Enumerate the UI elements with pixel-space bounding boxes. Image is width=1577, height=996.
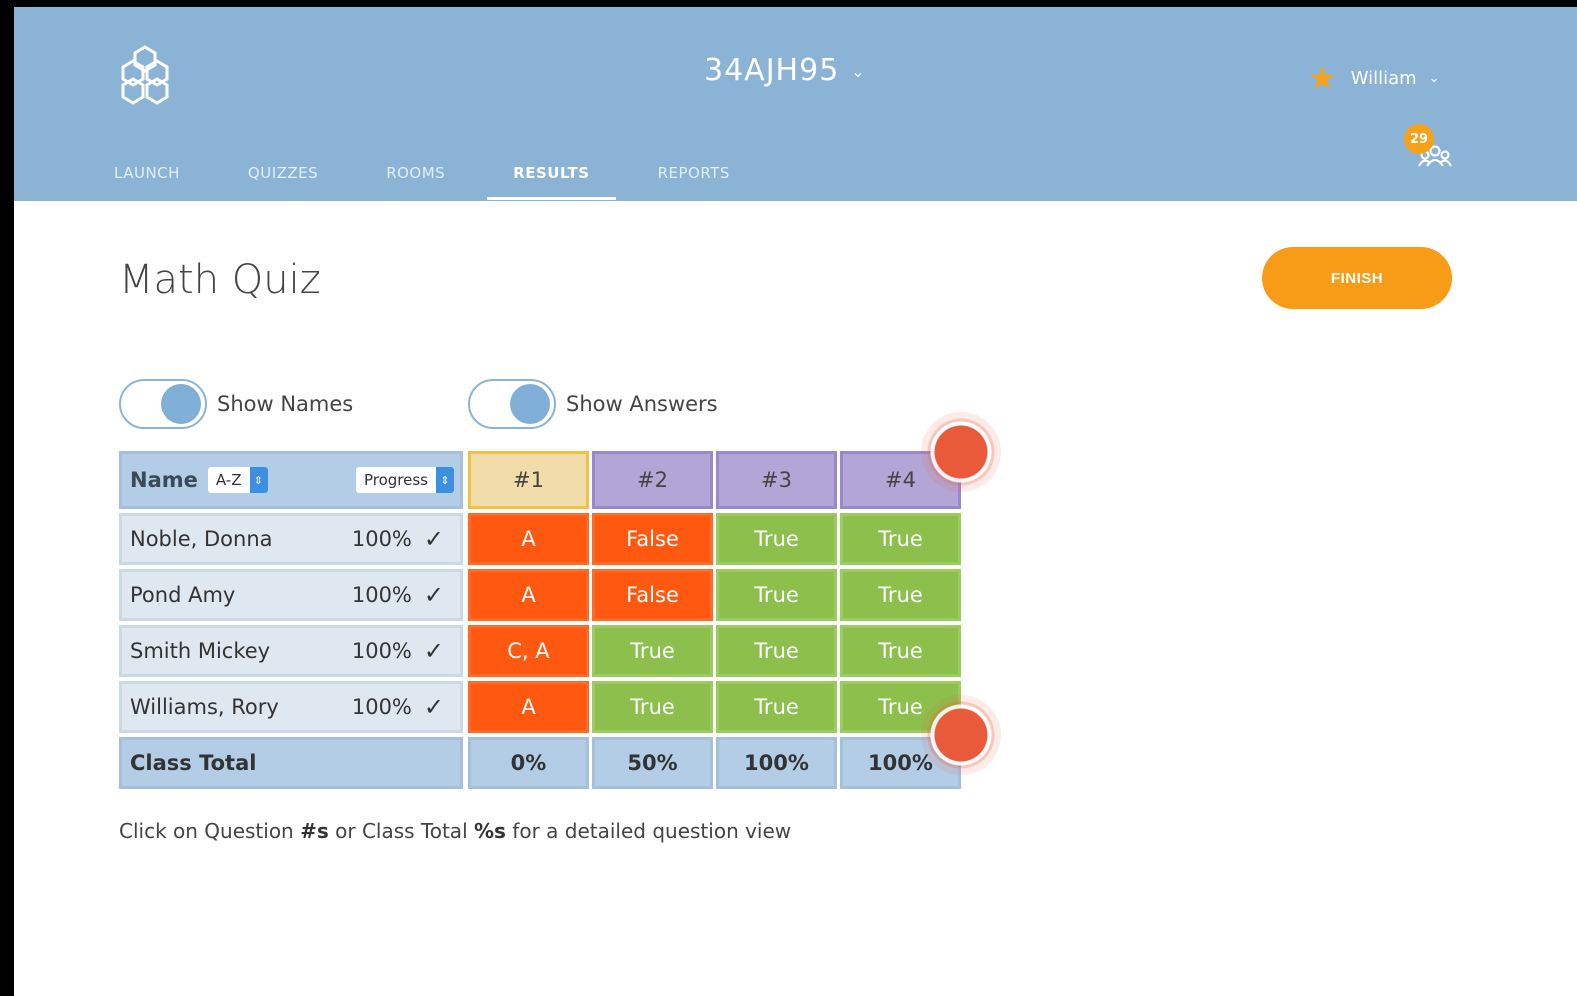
tab-reports[interactable]: REPORTS — [658, 164, 730, 200]
hotspot-marker[interactable] — [921, 695, 1001, 775]
help-text: Click on Question #s or Class Total %s f… — [119, 819, 791, 843]
check-icon: ✓ — [423, 693, 444, 721]
show-names-toggle[interactable] — [119, 379, 207, 429]
answer-cell: True — [716, 681, 837, 733]
class-total-q1[interactable]: 0% — [468, 737, 589, 789]
answer-cell: True — [840, 569, 961, 621]
class-total-label: Class Total — [119, 737, 463, 789]
progress-text: 100% — [351, 695, 412, 719]
chevron-down-icon: ⌄ — [1428, 70, 1440, 86]
progress-value: Progress — [363, 471, 428, 489]
sort-select[interactable]: A-Z ⇕ — [207, 467, 268, 493]
answer-cell: True — [716, 569, 837, 621]
show-names-label: Show Names — [217, 392, 354, 416]
show-answers-label: Show Answers — [566, 392, 718, 416]
toggle-knob — [510, 384, 550, 424]
answer-cell: C, A — [468, 625, 589, 677]
name-column-header: Name A-Z ⇕ Progress ⇕ — [119, 451, 463, 509]
app-window: 34AJH95 ⌄ ★ William ⌄ 29 LAUNCH QUIZZES … — [14, 7, 1577, 996]
tab-results[interactable]: RESULTS — [487, 164, 617, 200]
show-answers-toggle[interactable] — [468, 379, 556, 429]
table-row[interactable]: Noble, Donna 100% ✓ — [119, 513, 463, 565]
select-arrows-icon: ⇕ — [436, 467, 454, 493]
user-menu[interactable]: ★ William ⌄ — [1308, 62, 1440, 94]
answer-cell: True — [592, 625, 713, 677]
name-header-label: Name — [130, 468, 198, 492]
progress-text: 100% — [351, 583, 412, 607]
room-code-dropdown[interactable]: 34AJH95 ⌄ — [704, 53, 866, 88]
check-icon: ✓ — [423, 525, 444, 553]
question-header-1[interactable]: #1 — [468, 451, 589, 509]
answer-cell: True — [840, 625, 961, 677]
table-row[interactable]: Pond Amy 100% ✓ — [119, 569, 463, 621]
class-total-q2[interactable]: 50% — [592, 737, 713, 789]
finish-button[interactable]: FINISH — [1262, 247, 1452, 309]
answer-cell: A — [468, 513, 589, 565]
answer-cell: False — [592, 513, 713, 565]
tab-rooms[interactable]: ROOMS — [386, 164, 445, 200]
student-progress: 100% ✓ — [352, 637, 444, 665]
hint-bold: #s — [300, 819, 329, 843]
top-header: 34AJH95 ⌄ ★ William ⌄ 29 LAUNCH QUIZZES … — [14, 7, 1577, 201]
show-answers-toggle-group: Show Answers — [468, 379, 718, 429]
student-name: Pond Amy — [130, 583, 236, 607]
check-icon: ✓ — [423, 581, 444, 609]
star-icon: ★ — [1308, 59, 1337, 97]
hint-bold: %s — [473, 819, 506, 843]
student-count-badge: 29 — [1404, 124, 1434, 154]
answer-cell: False — [592, 569, 713, 621]
progress-text: 100% — [351, 639, 412, 663]
logo-icon[interactable] — [116, 43, 174, 105]
answer-cell: True — [840, 513, 961, 565]
progress-select[interactable]: Progress ⇕ — [355, 467, 454, 493]
main-tabs: LAUNCH QUIZZES ROOMS RESULTS REPORTS — [114, 164, 798, 200]
student-name: Smith Mickey — [130, 639, 271, 663]
answer-cell: True — [716, 513, 837, 565]
question-header-3[interactable]: #3 — [716, 451, 837, 509]
tab-quizzes[interactable]: QUIZZES — [248, 164, 318, 200]
user-name: William — [1350, 67, 1417, 89]
student-name: Noble, Donna — [130, 527, 273, 551]
sort-value: A-Z — [215, 471, 242, 489]
page-title: Math Quiz — [119, 257, 321, 303]
table-row[interactable]: Williams, Rory 100% ✓ — [119, 681, 463, 733]
hint-text: or Class Total — [328, 819, 474, 843]
answer-cell: True — [592, 681, 713, 733]
toggle-knob — [161, 384, 201, 424]
class-total-q3[interactable]: 100% — [716, 737, 837, 789]
tab-launch[interactable]: LAUNCH — [114, 164, 180, 200]
student-progress: 100% ✓ — [352, 581, 444, 609]
answer-cell: True — [716, 625, 837, 677]
show-names-toggle-group: Show Names — [119, 379, 353, 429]
table-row[interactable]: Smith Mickey 100% ✓ — [119, 625, 463, 677]
hint-text: for a detailed question view — [505, 819, 792, 843]
question-header-2[interactable]: #2 — [592, 451, 713, 509]
answer-cell: A — [468, 681, 589, 733]
answer-cell: A — [468, 569, 589, 621]
check-icon: ✓ — [423, 637, 444, 665]
progress-text: 100% — [351, 527, 412, 551]
select-arrows-icon: ⇕ — [249, 467, 268, 493]
student-progress: 100% ✓ — [352, 525, 444, 553]
room-code-text: 34AJH95 — [704, 53, 840, 88]
hotspot-marker[interactable] — [921, 412, 1001, 492]
hint-text: Click on Question — [119, 819, 301, 843]
students-button[interactable]: 29 — [1404, 124, 1454, 174]
student-name: Williams, Rory — [130, 695, 279, 719]
student-progress: 100% ✓ — [352, 693, 444, 721]
chevron-down-icon: ⌄ — [851, 62, 866, 81]
